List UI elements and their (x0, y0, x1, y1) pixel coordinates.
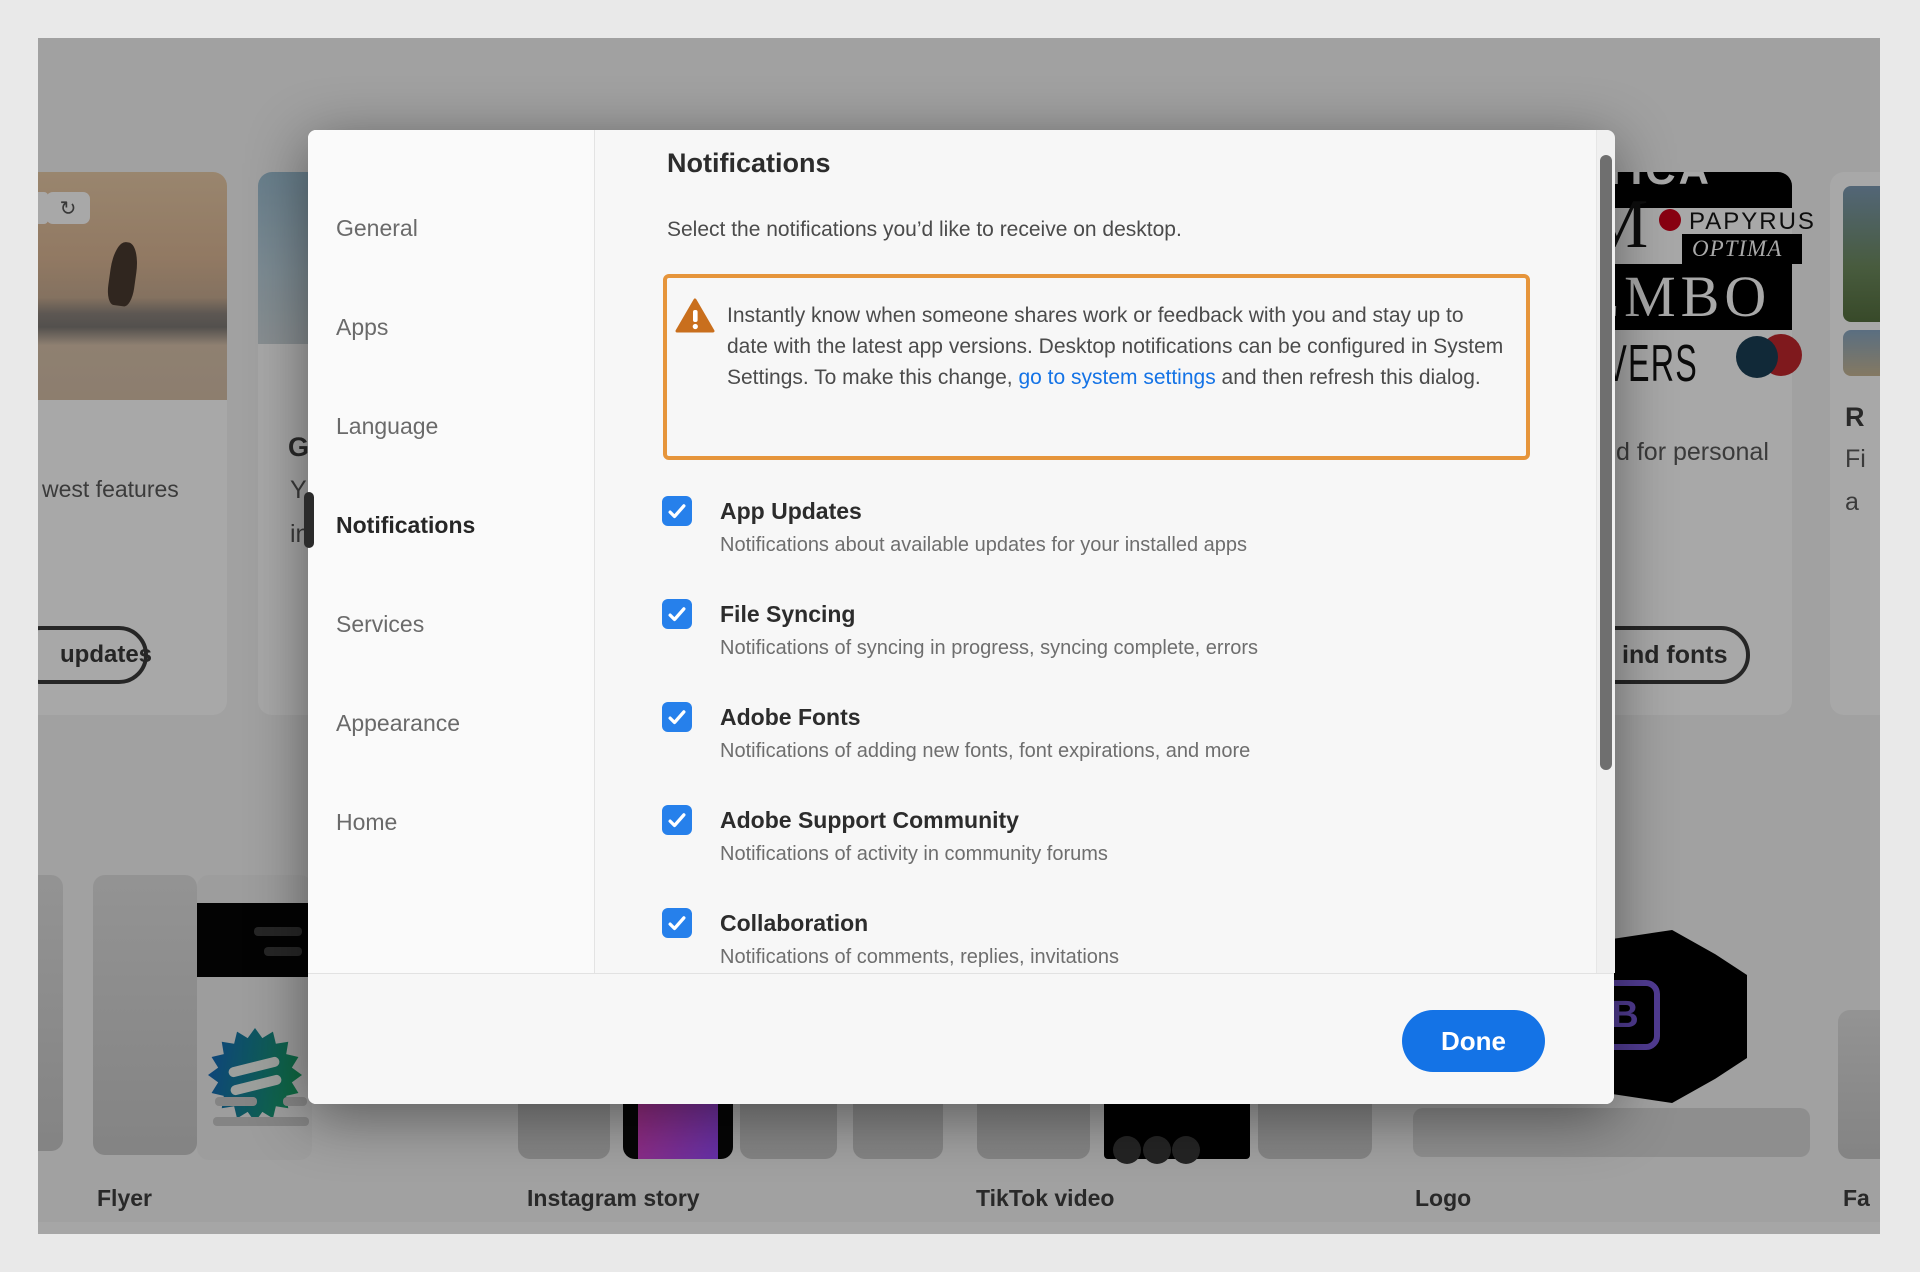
option-label: Collaboration (720, 910, 868, 937)
warning-text-after: and then refresh this dialog. (1216, 366, 1481, 389)
option-description: Notifications of comments, replies, invi… (720, 946, 1119, 969)
sidebar-item-label: Appearance (336, 710, 460, 737)
option-description: Notifications of syncing in progress, sy… (720, 637, 1258, 660)
sidebar-item-label: Language (336, 413, 438, 440)
sidebar-item-language[interactable]: Language (336, 408, 438, 444)
option-label: File Syncing (720, 601, 855, 628)
collaboration-checkbox[interactable] (662, 908, 692, 938)
done-button[interactable]: Done (1402, 1010, 1545, 1072)
sidebar-item-label: General (336, 215, 418, 242)
sidebar-item-home[interactable]: Home (336, 804, 397, 840)
page-title: Notifications (667, 148, 831, 179)
go-to-system-settings-link[interactable]: go to system settings (1018, 366, 1215, 389)
sidebar-item-label: Services (336, 611, 424, 638)
option-row-app-updates: App Updates Notifications about availabl… (662, 496, 1542, 568)
option-description: Notifications of activity in community f… (720, 843, 1108, 866)
dialog-scrollbar-track[interactable] (1596, 130, 1615, 973)
warning-message: Instantly know when someone shares work … (727, 300, 1505, 393)
sidebar-item-appearance[interactable]: Appearance (336, 705, 460, 741)
dialog-footer: Done (308, 973, 1614, 1104)
page-subtitle: Select the notifications you’d like to r… (667, 218, 1182, 242)
option-label: App Updates (720, 498, 862, 525)
app-updates-checkbox[interactable] (662, 496, 692, 526)
warning-triangle-icon (675, 298, 715, 334)
adobe-fonts-checkbox[interactable] (662, 702, 692, 732)
preferences-dialog: General Apps Language Notifications Serv… (308, 130, 1614, 1104)
option-row-file-syncing: File Syncing Notifications of syncing in… (662, 599, 1542, 671)
adobe-support-community-checkbox[interactable] (662, 805, 692, 835)
sidebar-item-general[interactable]: General (336, 210, 418, 246)
sidebar-item-apps[interactable]: Apps (336, 309, 388, 345)
option-label: Adobe Fonts (720, 704, 861, 731)
file-syncing-checkbox[interactable] (662, 599, 692, 629)
sidebar-item-label: Apps (336, 314, 388, 341)
option-row-collaboration: Collaboration Notifications of comments,… (662, 908, 1542, 980)
dialog-scrollbar-thumb[interactable] (1600, 155, 1612, 770)
option-row-adobe-fonts: Adobe Fonts Notifications of adding new … (662, 702, 1542, 774)
option-description: Notifications of adding new fonts, font … (720, 740, 1250, 763)
option-label: Adobe Support Community (720, 807, 1019, 834)
preferences-sidebar: General Apps Language Notifications Serv… (308, 130, 595, 973)
option-description: Notifications about available updates fo… (720, 534, 1247, 557)
option-row-adobe-support-community: Adobe Support Community Notifications of… (662, 805, 1542, 877)
sidebar-item-notifications[interactable]: Notifications (336, 507, 475, 543)
sidebar-item-services[interactable]: Services (336, 606, 424, 642)
desktop-notifications-warning: Instantly know when someone shares work … (663, 274, 1530, 460)
sidebar-item-label: Home (336, 809, 397, 836)
sidebar-item-label: Notifications (336, 512, 475, 539)
selected-item-indicator (304, 492, 314, 548)
